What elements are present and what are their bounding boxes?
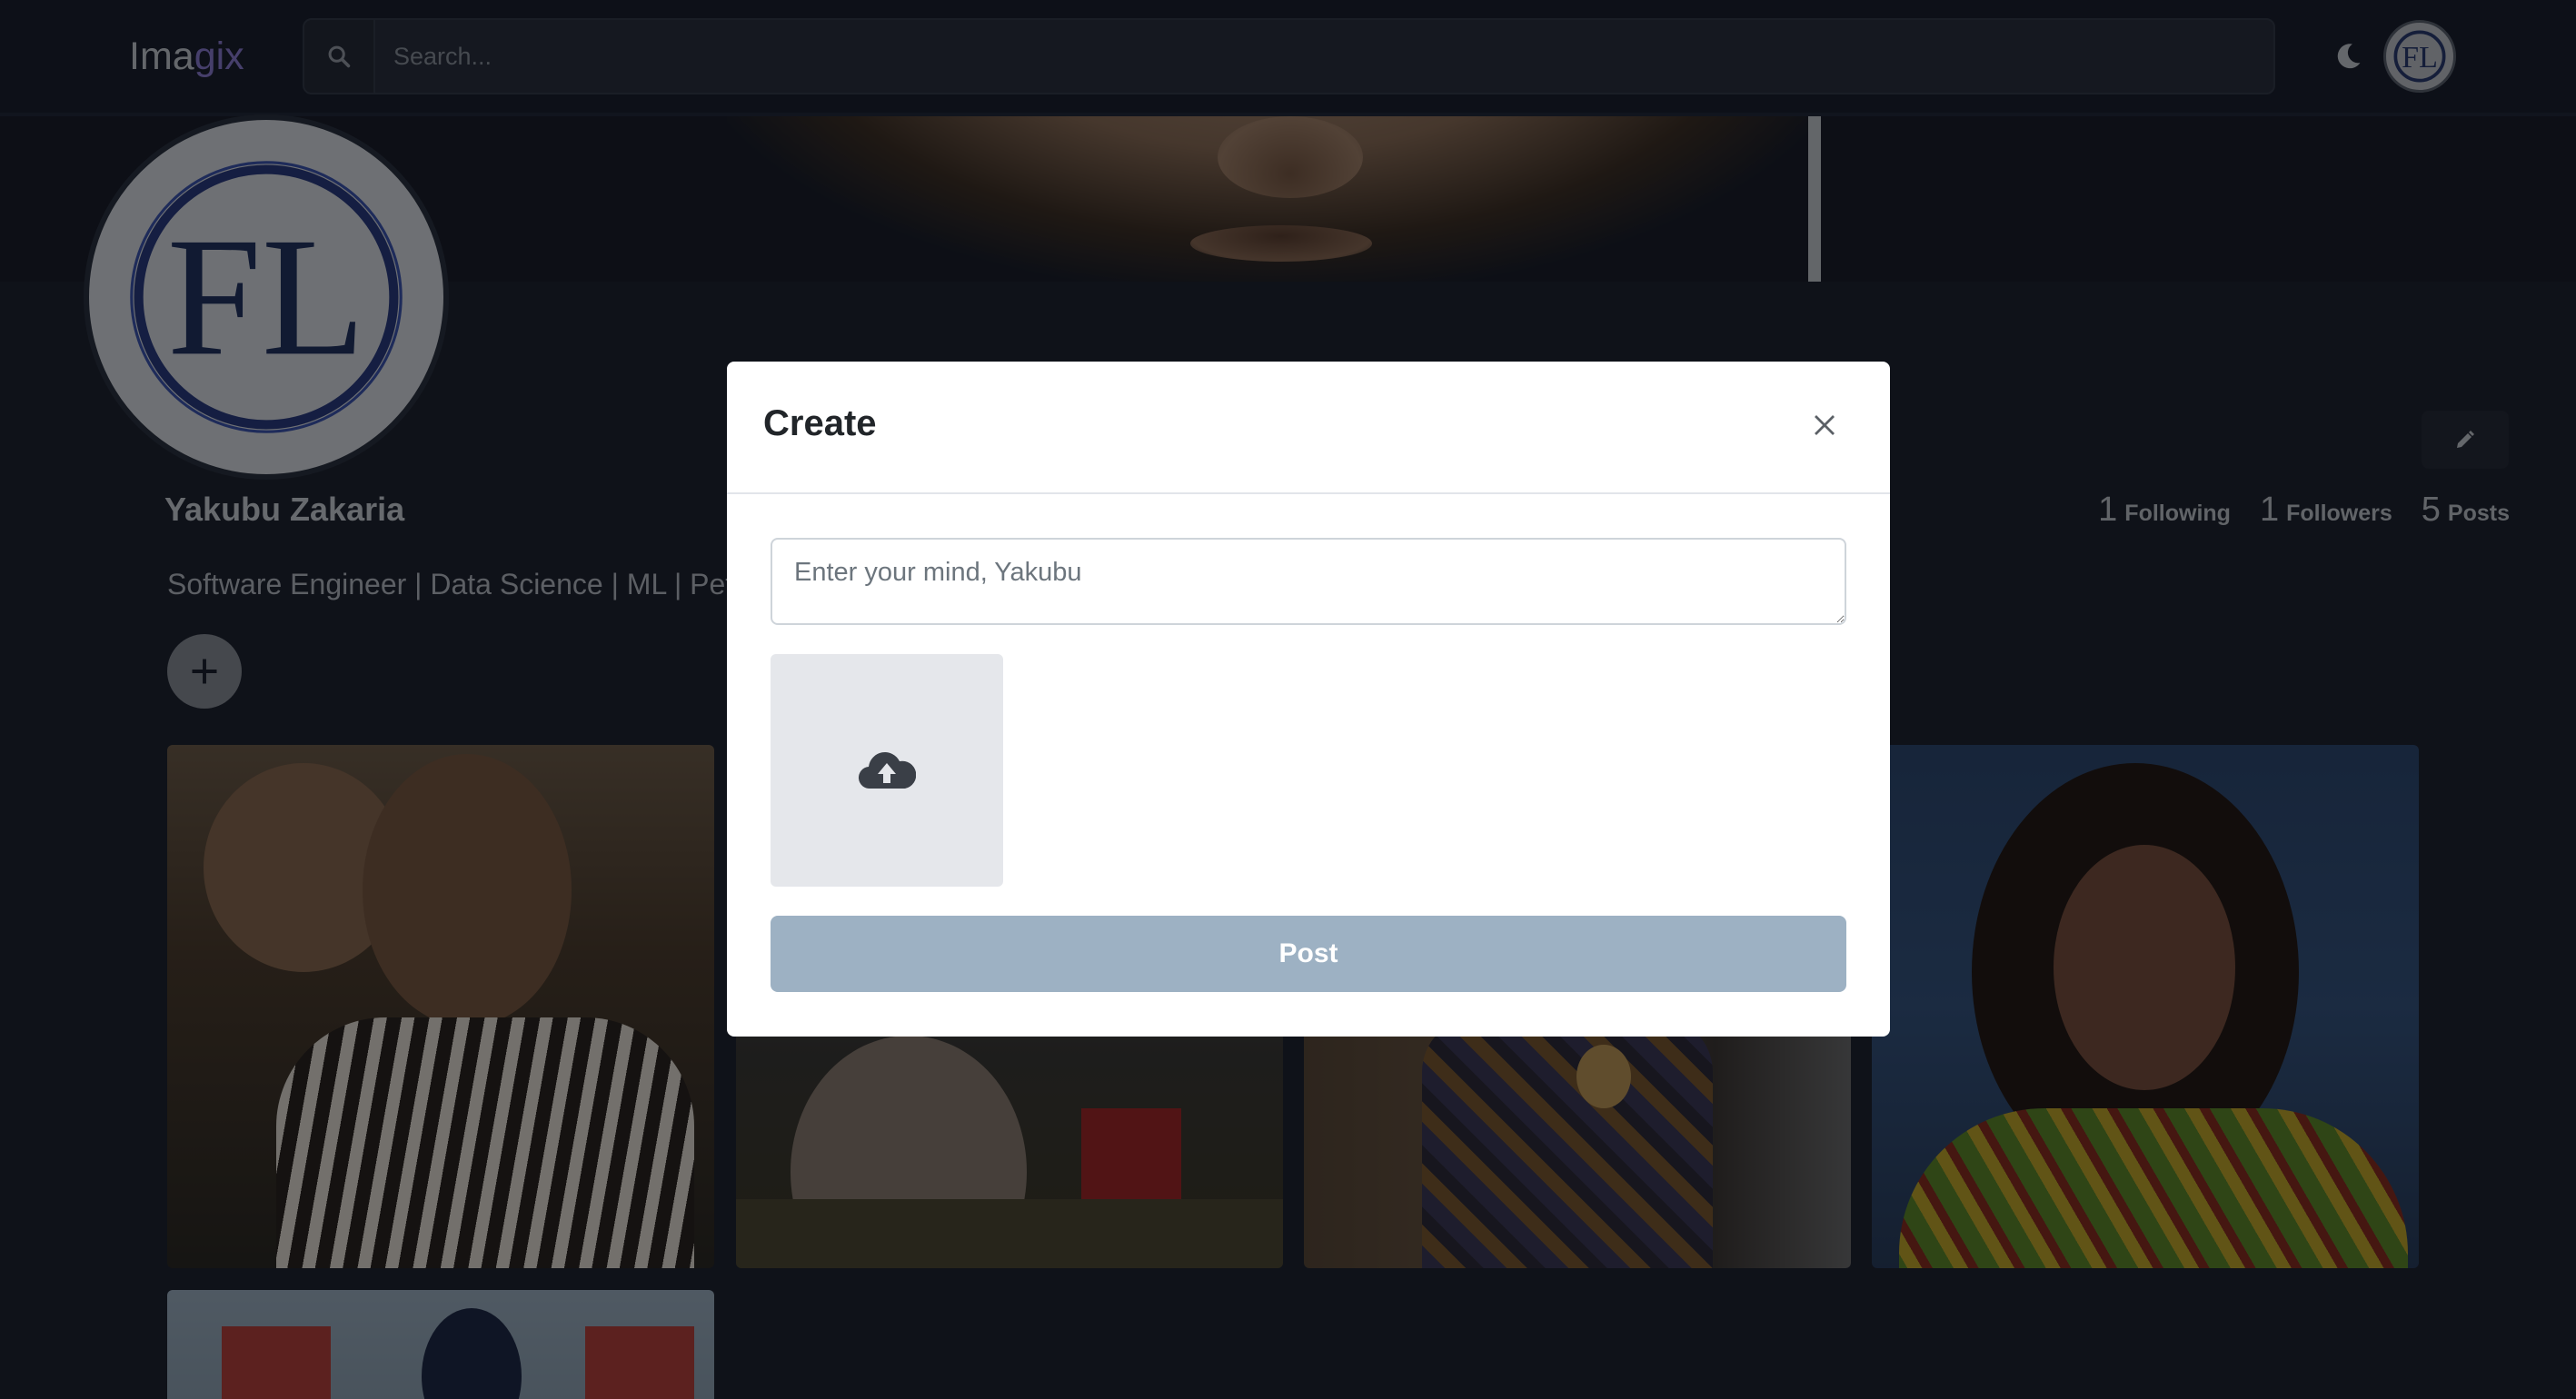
close-icon (1815, 415, 1835, 435)
post-button[interactable]: Post (771, 916, 1846, 992)
modal-title: Create (763, 403, 877, 443)
modal-header: Create (727, 362, 1890, 494)
post-text-input[interactable] (771, 538, 1846, 625)
close-button[interactable] (1805, 405, 1845, 445)
image-upload-area[interactable] (771, 654, 1003, 887)
profile-page: Imagix FL (0, 0, 2576, 1399)
cloud-upload-icon (859, 752, 916, 789)
create-post-modal: Create Post (727, 362, 1890, 1037)
